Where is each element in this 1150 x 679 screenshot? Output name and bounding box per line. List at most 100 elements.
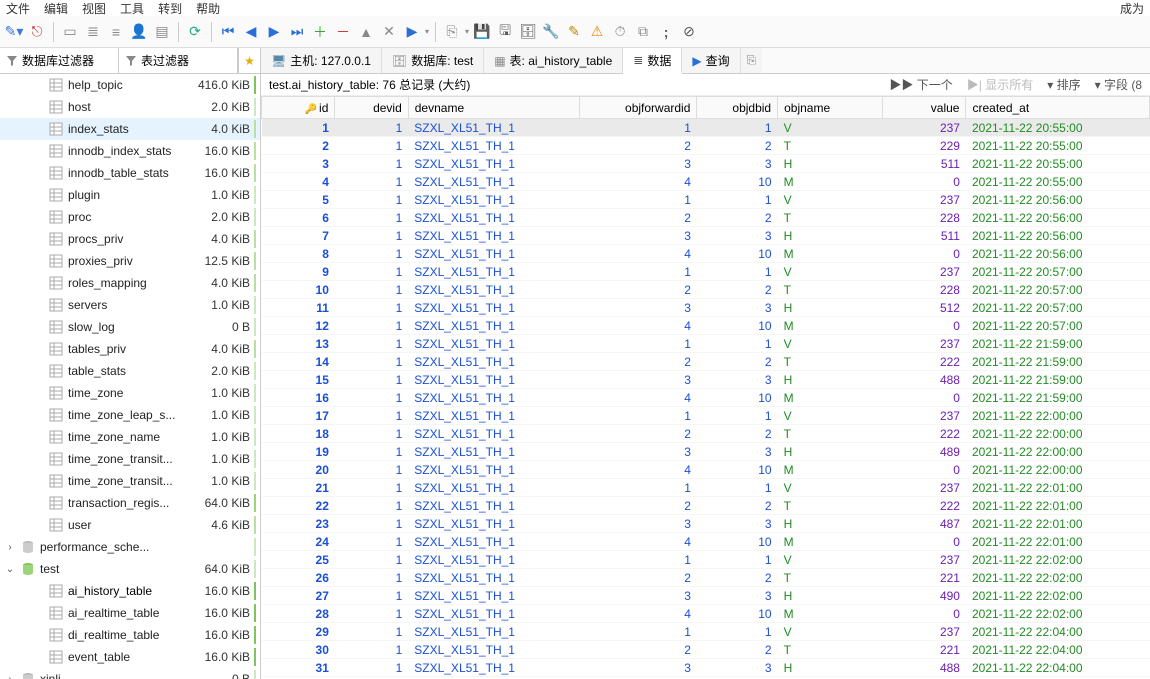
cell-objforwardid[interactable]: 3 <box>579 515 696 533</box>
cell-id[interactable]: 31 <box>262 659 335 677</box>
table-row[interactable]: 281SZXL_XL51_TH_1410M02021-11-22 22:02:0… <box>262 605 1150 623</box>
cell-created-at[interactable]: 2021-11-22 21:59:00 <box>966 353 1150 371</box>
table-row[interactable]: 191SZXL_XL51_TH_133H4892021-11-22 22:00:… <box>262 443 1150 461</box>
cell-created-at[interactable]: 2021-11-22 22:00:00 <box>966 425 1150 443</box>
cell-objname[interactable]: V <box>778 191 883 209</box>
column-header-objname[interactable]: objname <box>778 97 883 119</box>
cell-objdbid[interactable]: 10 <box>697 605 778 623</box>
tree-item[interactable]: help_topic416.0 KiB <box>0 74 260 96</box>
cell-value[interactable]: 237 <box>883 119 966 137</box>
cell-value[interactable]: 0 <box>883 389 966 407</box>
cell-devid[interactable]: 1 <box>335 659 408 677</box>
cell-devname[interactable]: SZXL_XL51_TH_1 <box>408 209 579 227</box>
cell-objdbid[interactable]: 10 <box>697 389 778 407</box>
cell-devname[interactable]: SZXL_XL51_TH_1 <box>408 281 579 299</box>
wand-icon[interactable]: ✎▾ <box>4 22 24 42</box>
cell-devname[interactable]: SZXL_XL51_TH_1 <box>408 389 579 407</box>
cell-devid[interactable]: 1 <box>335 515 408 533</box>
cell-objname[interactable]: H <box>778 371 883 389</box>
save1-icon[interactable]: 💾 <box>472 22 492 42</box>
cell-id[interactable]: 6 <box>262 209 335 227</box>
cell-created-at[interactable]: 2021-11-22 22:00:00 <box>966 461 1150 479</box>
cell-objname[interactable]: T <box>778 209 883 227</box>
column-header-devid[interactable]: devid <box>335 97 408 119</box>
cell-value[interactable]: 237 <box>883 479 966 497</box>
table-row[interactable]: 51SZXL_XL51_TH_111V2372021-11-22 20:56:0… <box>262 191 1150 209</box>
cell-id[interactable]: 1 <box>262 119 335 137</box>
cell-devid[interactable]: 1 <box>335 389 408 407</box>
cell-devname[interactable]: SZXL_XL51_TH_1 <box>408 335 579 353</box>
cell-devname[interactable]: SZXL_XL51_TH_1 <box>408 155 579 173</box>
cell-objdbid[interactable]: 10 <box>697 245 778 263</box>
cell-devid[interactable]: 1 <box>335 587 408 605</box>
cell-value[interactable]: 237 <box>883 623 966 641</box>
cell-id[interactable]: 19 <box>262 443 335 461</box>
table-row[interactable]: 141SZXL_XL51_TH_122T2222021-11-22 21:59:… <box>262 353 1150 371</box>
db-filter[interactable]: 数据库过滤器 <box>0 48 119 73</box>
semi-icon[interactable]: ; <box>656 22 676 42</box>
cell-devid[interactable]: 1 <box>335 119 408 137</box>
cell-objdbid[interactable]: 3 <box>697 227 778 245</box>
tree-item[interactable]: procs_priv4.0 KiB <box>0 228 260 250</box>
tree-item[interactable]: ›xinli0 B <box>0 668 260 679</box>
cell-devid[interactable]: 1 <box>335 407 408 425</box>
cell-objforwardid[interactable]: 1 <box>579 119 696 137</box>
cell-objforwardid[interactable]: 2 <box>579 209 696 227</box>
cell-value[interactable]: 0 <box>883 605 966 623</box>
cell-objforwardid[interactable]: 3 <box>579 443 696 461</box>
tree-item[interactable]: ⌄test64.0 KiB <box>0 558 260 580</box>
cell-id[interactable]: 26 <box>262 569 335 587</box>
run-icon[interactable]: ▶ <box>402 22 422 42</box>
menu-view[interactable]: 视图 <box>82 0 106 17</box>
cell-id[interactable]: 20 <box>262 461 335 479</box>
cell-devid[interactable]: 1 <box>335 335 408 353</box>
cell-created-at[interactable]: 2021-11-22 20:56:00 <box>966 227 1150 245</box>
stop-icon[interactable]: ⊘ <box>679 22 699 42</box>
table-row[interactable]: 231SZXL_XL51_TH_133H4872021-11-22 22:01:… <box>262 515 1150 533</box>
cell-objdbid[interactable]: 2 <box>697 497 778 515</box>
cell-objforwardid[interactable]: 4 <box>579 533 696 551</box>
cell-objname[interactable]: H <box>778 587 883 605</box>
cell-objforwardid[interactable]: 4 <box>579 461 696 479</box>
cell-devid[interactable]: 1 <box>335 299 408 317</box>
show-all-button[interactable]: ▶| 显示所有 <box>967 76 1033 93</box>
cell-value[interactable]: 488 <box>883 659 966 677</box>
cell-devid[interactable]: 1 <box>335 263 408 281</box>
new-db-icon[interactable]: ▭ <box>60 22 80 42</box>
cell-id[interactable]: 13 <box>262 335 335 353</box>
cell-objdbid[interactable]: 2 <box>697 425 778 443</box>
cell-objdbid[interactable]: 10 <box>697 317 778 335</box>
cell-devid[interactable]: 1 <box>335 605 408 623</box>
table-row[interactable]: 101SZXL_XL51_TH_122T2282021-11-22 20:57:… <box>262 281 1150 299</box>
next-icon[interactable]: ▶ <box>264 22 284 42</box>
cell-id[interactable]: 25 <box>262 551 335 569</box>
cell-devname[interactable]: SZXL_XL51_TH_1 <box>408 479 579 497</box>
warn-icon[interactable]: ⚠ <box>587 22 607 42</box>
cell-devid[interactable]: 1 <box>335 245 408 263</box>
expand-icon[interactable]: › <box>4 674 16 679</box>
save2-icon[interactable]: 🖫 <box>495 22 515 42</box>
cell-objname[interactable]: H <box>778 299 883 317</box>
tree-item[interactable]: time_zone_name1.0 KiB <box>0 426 260 448</box>
cell-devname[interactable]: SZXL_XL51_TH_1 <box>408 443 579 461</box>
expand-icon[interactable]: ⌄ <box>4 564 16 575</box>
cell-value[interactable]: 237 <box>883 191 966 209</box>
cell-id[interactable]: 27 <box>262 587 335 605</box>
table-row[interactable]: 11SZXL_XL51_TH_111V2372021-11-22 20:55:0… <box>262 119 1150 137</box>
prev-icon[interactable]: ◀ <box>241 22 261 42</box>
tree-item[interactable]: di_realtime_table16.0 KiB <box>0 624 260 646</box>
tree-item[interactable]: time_zone_leap_s...1.0 KiB <box>0 404 260 426</box>
cell-id[interactable]: 7 <box>262 227 335 245</box>
tree-item[interactable]: plugin1.0 KiB <box>0 184 260 206</box>
cell-id[interactable]: 12 <box>262 317 335 335</box>
column-header-created_at[interactable]: created_at <box>966 97 1150 119</box>
cell-objdbid[interactable]: 1 <box>697 335 778 353</box>
cell-objforwardid[interactable]: 3 <box>579 587 696 605</box>
tree-item[interactable]: transaction_regis...64.0 KiB <box>0 492 260 514</box>
cell-objname[interactable]: M <box>778 605 883 623</box>
cell-value[interactable]: 237 <box>883 551 966 569</box>
cell-objforwardid[interactable]: 2 <box>579 425 696 443</box>
cell-created-at[interactable]: 2021-11-22 20:57:00 <box>966 299 1150 317</box>
cell-objname[interactable]: H <box>778 515 883 533</box>
cell-objdbid[interactable]: 10 <box>697 533 778 551</box>
